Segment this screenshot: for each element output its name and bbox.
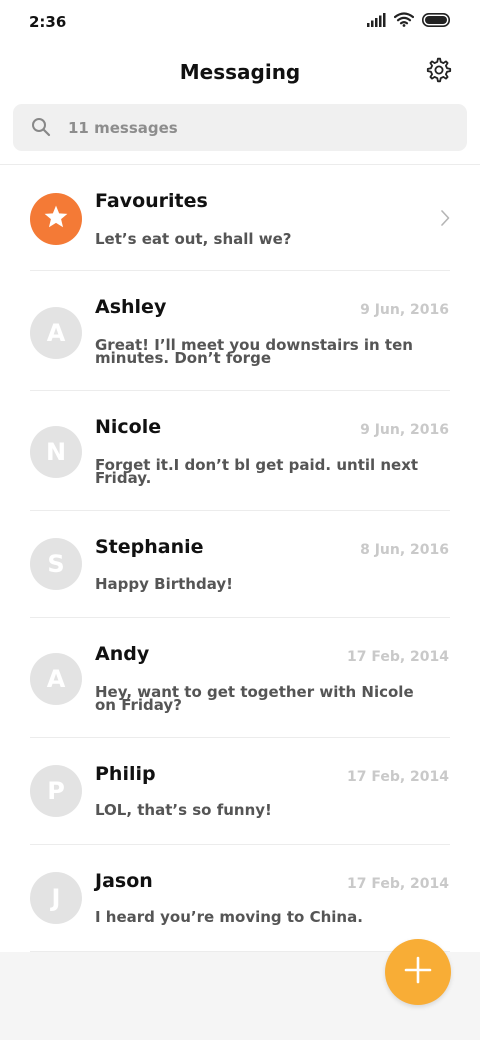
conversation-name: Andy: [95, 643, 150, 665]
wifi-icon: [393, 12, 415, 31]
status-time: 2:36: [29, 13, 67, 31]
message-preview: Great! I’ll meet you downstairs in ten m…: [95, 336, 413, 367]
avatar-initial: S: [47, 550, 65, 578]
message-preview: Hey, want to get together with Nicole on…: [95, 683, 414, 714]
conversation-name: Jason: [95, 870, 153, 892]
avatar-initial: N: [45, 438, 67, 466]
contact-avatar: P: [30, 765, 82, 817]
avatar-initial: P: [47, 777, 65, 805]
contact-avatar: N: [30, 426, 82, 478]
contact-avatar: A: [30, 653, 82, 705]
signal-icon: [367, 12, 386, 31]
conversation-row[interactable]: A Andy 17 Feb, 2014 Hey, want to get tog…: [0, 618, 480, 738]
message-preview: Let’s eat out, shall we?: [95, 230, 292, 248]
conversation-name: Favourites: [95, 190, 208, 212]
contact-avatar: J: [30, 872, 82, 924]
conversation-row[interactable]: N Nicole 9 Jun, 2016 Forget it.I don’t b…: [0, 391, 480, 511]
plus-icon: [404, 956, 432, 988]
conversation-row[interactable]: S Stephanie 8 Jun, 2016 Happy Birthday!: [0, 511, 480, 618]
contact-avatar: A: [30, 307, 82, 359]
conversation-row[interactable]: P Philip 17 Feb, 2014 LOL, that’s so fun…: [0, 738, 480, 845]
header: Messaging: [0, 46, 480, 98]
message-preview: Happy Birthday!: [95, 575, 233, 593]
battery-icon: [422, 12, 452, 31]
message-date: 9 Jun, 2016: [360, 302, 449, 318]
star-icon: [43, 204, 69, 234]
status-bar: 2:36: [0, 0, 480, 46]
conversation-name: Stephanie: [95, 536, 204, 558]
search-icon: [31, 117, 51, 141]
messaging-screen: 2:36 Messaging 11 messages Favourites Le…: [0, 0, 480, 1040]
search-input[interactable]: 11 messages: [13, 104, 467, 151]
content-area: 2:36 Messaging 11 messages Favourites Le…: [0, 0, 480, 952]
avatar-initial: A: [46, 665, 66, 693]
chevron-right-icon: [440, 210, 450, 230]
settings-button[interactable]: [424, 57, 454, 87]
message-date: 8 Jun, 2016: [360, 542, 449, 558]
message-date: 17 Feb, 2014: [346, 876, 449, 892]
message-preview: I heard you’re moving to China.: [95, 908, 363, 926]
avatar-initial: A: [46, 319, 66, 347]
row-divider: [30, 951, 450, 952]
message-date: 17 Feb, 2014: [346, 769, 449, 785]
gear-icon: [426, 57, 452, 87]
conversation-name: Ashley: [95, 296, 167, 318]
status-icons: [367, 12, 452, 31]
conversation-row[interactable]: A Ashley 9 Jun, 2016 Great! I’ll meet yo…: [0, 271, 480, 391]
message-preview: LOL, that’s so funny!: [95, 801, 272, 819]
conversation-name: Nicole: [95, 416, 162, 438]
search-placeholder: 11 messages: [68, 119, 178, 137]
conversation-name: Philip: [95, 763, 156, 785]
avatar-initial: J: [51, 884, 61, 912]
message-date: 9 Jun, 2016: [360, 422, 449, 438]
page-title: Messaging: [179, 60, 301, 84]
contact-avatar: S: [30, 538, 82, 590]
favourites-avatar: [30, 193, 82, 245]
new-message-button[interactable]: [385, 939, 451, 1005]
message-date: 17 Feb, 2014: [346, 649, 449, 665]
favourites-row[interactable]: Favourites Let’s eat out, shall we?: [0, 165, 480, 271]
conversation-row[interactable]: J Jason 17 Feb, 2014 I heard you’re movi…: [0, 845, 480, 952]
message-preview: Forget it.I don’t bl get paid. until nex…: [95, 456, 419, 487]
